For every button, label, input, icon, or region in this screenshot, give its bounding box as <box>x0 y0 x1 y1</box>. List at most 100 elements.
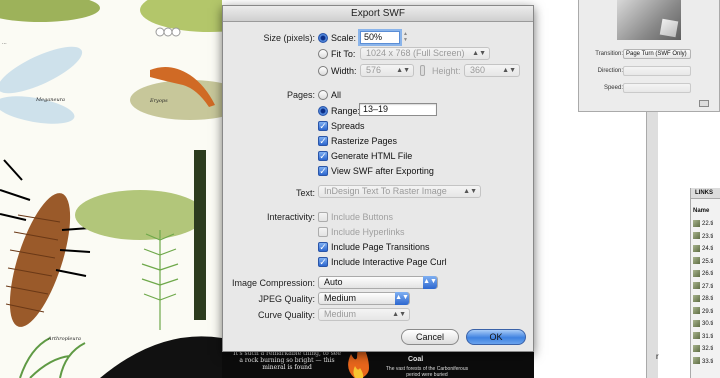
height-label: Height: <box>432 66 461 76</box>
scale-field[interactable]: 50% <box>360 31 400 44</box>
links-list-item[interactable]: 30.ti <box>693 319 713 330</box>
image-thumbnail-icon <box>693 307 700 315</box>
illustration <box>0 0 222 378</box>
height-value: 360 <box>470 65 486 75</box>
compression-value: Auto <box>324 277 343 287</box>
links-tab[interactable]: LINKS <box>691 188 720 199</box>
links-list-item[interactable]: 22.ti <box>693 219 713 230</box>
speed-label: Speed: <box>603 85 623 91</box>
compression-label: Image Compression: <box>231 278 315 288</box>
include-buttons-label: Include Buttons <box>331 212 394 222</box>
caption-top: ... <box>2 40 7 46</box>
links-panel: LINKS Name 22.ti 23.ti 24.ti 25.ti 26.ti 27.t… <box>690 188 720 378</box>
caption-dragonfly: Meganeura <box>36 97 66 103</box>
include-hyperlinks-checkbox[interactable] <box>318 227 328 237</box>
width-value: 576 <box>366 65 382 75</box>
fit-to-value: 1024 x 768 (Full Screen) <box>366 48 465 58</box>
coal-title: Coal <box>408 356 424 363</box>
links-list-item[interactable]: 24.ti <box>693 244 713 255</box>
image-thumbnail-icon <box>693 269 700 277</box>
text-select[interactable]: InDesign Text To Raster Image ▲▼ <box>318 185 481 198</box>
image-thumbnail-icon <box>693 344 700 352</box>
link-file-name: 27.ti <box>702 283 714 290</box>
link-file-name: 22.ti <box>702 221 714 227</box>
links-list-item[interactable]: 27.ti <box>693 282 713 293</box>
include-transitions-label: Include Page Transitions <box>331 242 430 252</box>
jpeg-quality-value: Medium <box>324 293 357 303</box>
image-thumbnail-icon <box>693 332 700 340</box>
include-transitions-checkbox[interactable]: ✓ <box>318 242 328 252</box>
link-file-name: 33.ti <box>702 358 714 365</box>
transition-select[interactable]: Page Turn (SWF Only) <box>623 49 691 59</box>
link-file-name: 24.ti <box>702 246 714 252</box>
range-radio[interactable] <box>318 106 328 116</box>
image-thumbnail-icon <box>693 294 700 302</box>
fit-to-radio[interactable] <box>318 49 328 59</box>
caption-salamander: Eryops <box>150 98 168 104</box>
interactivity-label: Interactivity: <box>266 212 315 222</box>
rasterize-checkbox[interactable]: ✓ <box>318 136 328 146</box>
image-thumbnail-icon <box>693 319 700 327</box>
fit-to-label: Fit To: <box>331 49 356 59</box>
workspace-strip <box>534 0 578 112</box>
updown-arrow-icon: ▲▼ <box>472 50 486 57</box>
text-label: Text: <box>295 188 315 198</box>
all-pages-label: All <box>331 90 342 100</box>
updown-arrow-icon: ▲▼ <box>392 311 406 318</box>
cancel-button[interactable]: Cancel <box>401 329 459 345</box>
curve-quality-label: Curve Quality: <box>257 310 315 320</box>
link-file-name: 28.ti <box>702 296 714 302</box>
constrain-proportions-icon[interactable] <box>420 65 425 76</box>
links-list-item[interactable]: 32.ti <box>693 344 713 355</box>
updown-arrow-icon: ▲▼ <box>463 188 477 195</box>
curve-quality-value: Medium <box>324 309 357 319</box>
compression-select[interactable]: Auto ▲▼ <box>318 276 438 289</box>
height-field[interactable]: 360 ▲▼ <box>464 64 520 77</box>
include-hyperlinks-label: Include Hyperlinks <box>331 227 405 237</box>
links-list-item[interactable]: 25.ti <box>693 257 713 268</box>
range-label: Range: <box>331 106 361 116</box>
size-label: Size (pixels): <box>263 33 315 43</box>
links-name-header[interactable]: Name <box>693 208 709 214</box>
document-artwork: ... Meganeura Eryops Arthropleura <box>0 0 222 378</box>
workspace-scrollbar[interactable] <box>646 112 658 378</box>
image-thumbnail-icon <box>693 219 700 227</box>
range-field[interactable]: 13–19 <box>359 103 437 116</box>
include-page-curl-checkbox[interactable]: ✓ <box>318 257 328 267</box>
spreads-label: Spreads <box>331 121 365 131</box>
curve-quality-select[interactable]: Medium ▲▼ <box>318 308 410 321</box>
spreads-checkbox[interactable]: ✓ <box>318 121 328 131</box>
view-swf-label: View SWF after Exporting <box>331 166 434 176</box>
links-list-item[interactable]: 26.ti <box>693 269 713 280</box>
links-list-item[interactable]: 28.ti <box>693 294 713 305</box>
ok-button[interactable]: OK <box>466 329 526 345</box>
transition-value: Page Turn (SWF Only) <box>626 51 687 57</box>
export-swf-dialog: Export SWF Size (pixels): Scale: 50% ▲ ▼ … <box>222 5 534 352</box>
link-file-name: 30.ti <box>702 321 714 327</box>
scale-radio[interactable] <box>318 33 328 43</box>
speed-select[interactable] <box>623 83 691 93</box>
links-list-item[interactable]: 33.ti <box>693 357 713 368</box>
links-list-item[interactable]: 23.ti <box>693 232 713 243</box>
fit-to-select[interactable]: 1024 x 768 (Full Screen) ▲▼ <box>360 47 490 60</box>
width-radio[interactable] <box>318 66 328 76</box>
include-buttons-checkbox[interactable] <box>318 212 328 222</box>
scale-label: Scale: <box>331 33 357 43</box>
view-swf-checkbox[interactable]: ✓ <box>318 166 328 176</box>
direction-select[interactable] <box>623 66 691 76</box>
updown-arrow-icon: ▲▼ <box>423 276 437 289</box>
links-list-item[interactable]: 31.ti <box>693 332 713 343</box>
jpeg-quality-select[interactable]: Medium ▲▼ <box>318 292 410 305</box>
link-file-name: 29.ti <box>702 308 714 315</box>
image-thumbnail-icon <box>693 257 700 265</box>
width-field[interactable]: 576 ▲▼ <box>360 64 414 77</box>
all-pages-radio[interactable] <box>318 90 328 100</box>
updown-arrow-icon: ▲▼ <box>396 67 410 74</box>
links-list-item[interactable]: 29.ti <box>693 307 713 318</box>
scale-stepper[interactable]: ▲ ▼ <box>402 31 409 44</box>
panel-options-icon[interactable] <box>699 100 709 107</box>
link-file-name: 25.ti <box>702 258 714 265</box>
generate-html-checkbox[interactable]: ✓ <box>318 151 328 161</box>
generate-html-label: Generate HTML File <box>331 151 413 161</box>
updown-arrow-icon: ▲▼ <box>395 292 409 305</box>
